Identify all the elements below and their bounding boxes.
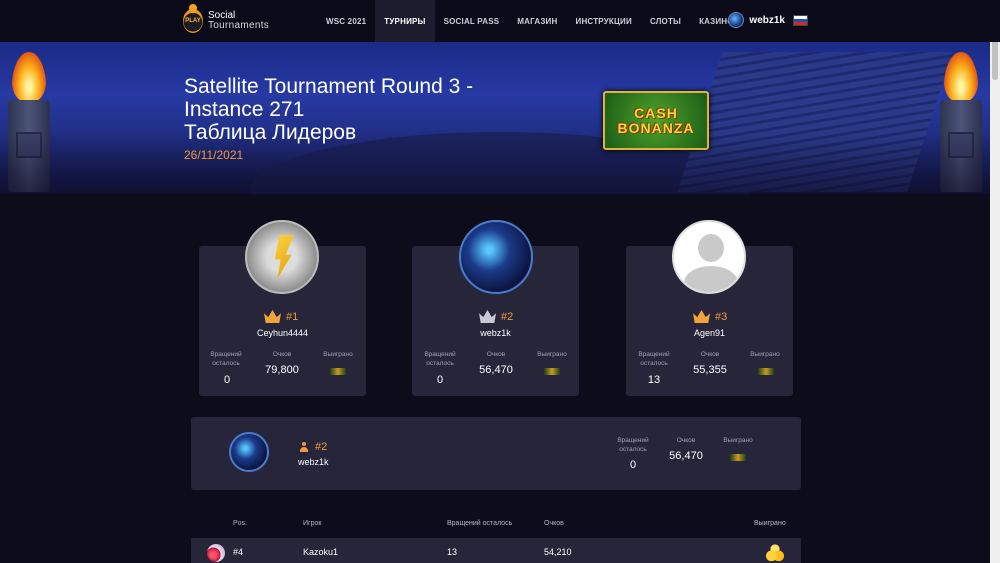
prize-icon [544,368,560,375]
right-torch-icon [936,52,986,192]
nav-social-pass[interactable]: SOCIAL PASS [435,0,509,42]
nav-slots[interactable]: СЛОТЫ [641,0,690,42]
game-logo-line1: CASH [634,104,678,121]
user-name[interactable]: webz1k [749,15,785,26]
my-rank: #2 [299,441,327,453]
game-logo-line2: BONANZA [617,119,695,136]
row-spins: 13 [447,547,458,557]
main-menu: WSC 2021 ТУРНИРЫ SOCIAL PASS МАГАЗИН ИНС… [317,0,743,42]
prize-icon [730,454,746,461]
nav-instructions[interactable]: ИНСТРУКЦИИ [567,0,641,42]
page-scrollbar[interactable] [990,0,1000,563]
rank-text: #2 [315,441,328,453]
cash-bonanza-game-logo[interactable]: CASH BONANZA [603,91,709,150]
rank-text: #3 [715,310,728,323]
points-label: Очков [676,437,696,444]
podium-name-1: Ceyhun4444 [256,328,309,338]
scrollbar-thumb[interactable] [992,40,998,80]
col-player: Игрок [303,520,322,527]
rank-text: #1 [286,310,299,323]
spins-left-label: Вращений осталось [638,351,670,367]
spins-value: 0 [629,459,637,471]
spins-left-label: Вращений осталось [210,351,242,367]
title-line2: Instance 271 [184,98,305,121]
banner-temple-steps [677,52,953,192]
points-value: 79,800 [265,364,299,376]
spins-value: 0 [223,374,231,386]
title-line3: Таблица Лидеров [184,121,357,144]
spins-left-label: Вращений осталось [424,351,456,367]
podium-name-3: Agen91 [693,328,726,338]
won-label: Выиграно [750,351,780,358]
crown-icon [479,310,496,323]
logo-mark-text: PLAY [185,18,201,24]
gold-coins-icon [766,544,784,561]
nav-wsc-2021[interactable]: WSC 2021 [317,0,375,42]
crown-icon [264,310,281,323]
logo-line2: Tournaments [208,20,270,31]
col-pos: Pos. [233,520,248,527]
spins-value: 13 [647,374,661,386]
gold-bolt-avatar [245,220,319,294]
spins-left-label: Вращений осталось [617,437,649,453]
row-points: 54,210 [544,547,572,557]
row-pos: #4 [233,547,244,557]
points-label: Очков [700,351,720,358]
prize-icon [758,368,774,375]
tournament-date: 26/11/2021 [184,148,244,162]
nav-shop[interactable]: МАГАЗИН [508,0,566,42]
won-label: Выиграно [323,351,353,358]
podium-rank-1: #1 [264,310,298,323]
podium-name-2: webz1k [480,328,511,338]
lightning-bolt-icon [274,235,294,279]
top-navbar: PLAY Social Tournaments WSC 2021 ТУРНИРЫ… [0,0,1000,42]
table-row [191,538,801,563]
points-label: Очков [486,351,506,358]
nav-tournaments[interactable]: ТУРНИРЫ [375,0,435,42]
title-line1: Satellite Tournament Round 3 - [184,75,474,98]
prize-icon [330,368,346,375]
col-points: Очков [544,520,564,527]
my-name: webz1k [298,457,329,467]
won-label: Выиграно [723,437,753,444]
points-label: Очков [272,351,292,358]
wizard-avatar [459,220,533,294]
col-spins: Вращений осталось [447,520,513,527]
podium-rank-2: #2 [479,310,513,323]
user-menu[interactable]: webz1k [728,12,808,28]
default-avatar [672,220,746,294]
col-won: Выиграно [754,520,786,527]
points-value: 55,355 [693,364,727,376]
play-logo-icon: PLAY [183,9,203,33]
person-icon [299,442,309,452]
left-torch-icon [4,52,54,192]
crown-icon [693,310,710,323]
won-label: Выиграно [537,351,567,358]
podium-rank-3: #3 [693,310,727,323]
spins-value: 0 [436,374,444,386]
page-title: Satellite Tournament Round 3 - Instance … [184,75,524,144]
site-logo[interactable]: PLAY Social Tournaments [183,9,269,33]
rank-text: #2 [501,310,514,323]
cherry-avatar-icon [207,544,225,562]
my-avatar [229,432,269,472]
russia-flag-icon[interactable] [793,14,808,26]
points-value: 56,470 [669,450,703,462]
user-avatar[interactable] [728,12,745,28]
points-value: 56,470 [479,364,513,376]
row-player: Kazoku1 [303,547,339,557]
